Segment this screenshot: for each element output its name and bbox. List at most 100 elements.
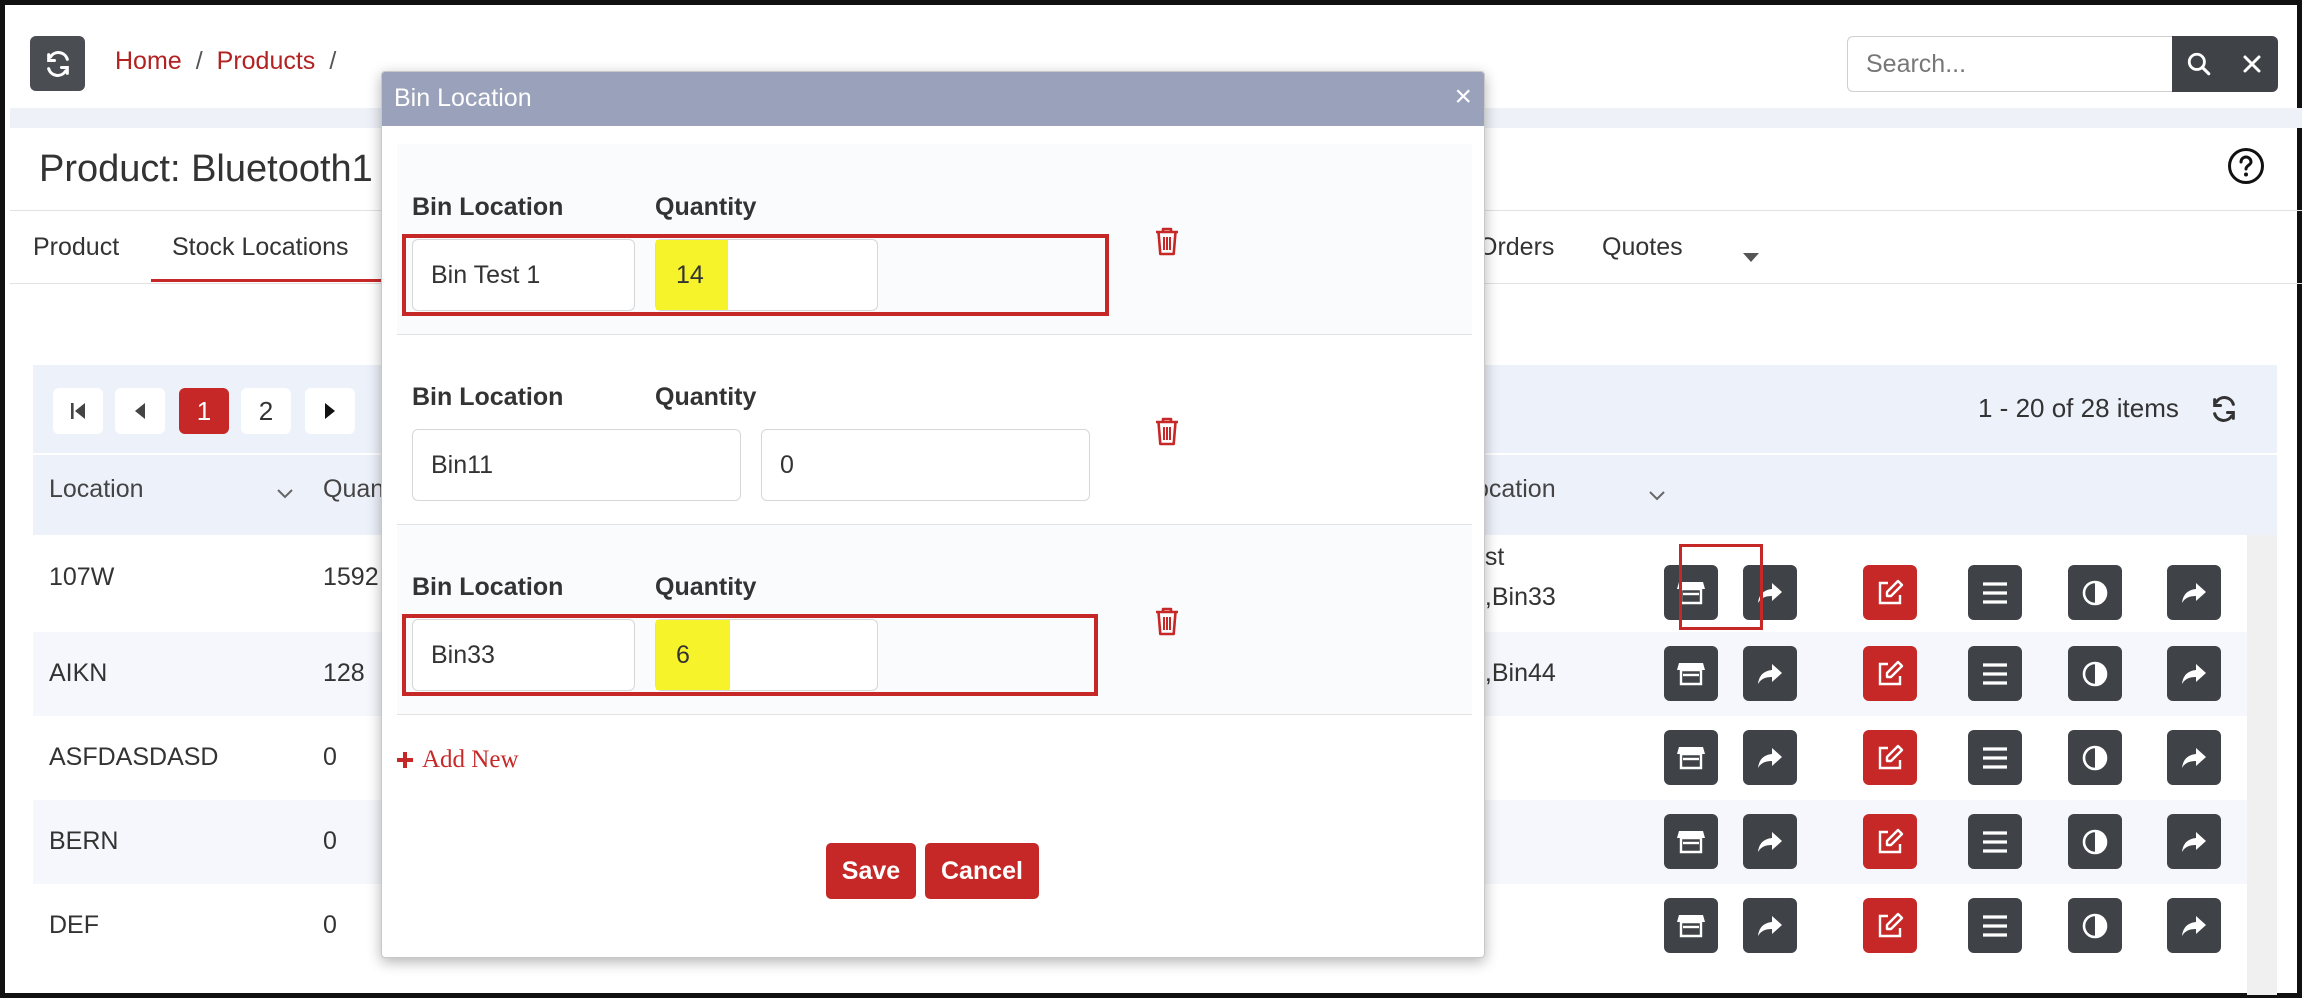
prev-page-button[interactable]	[115, 388, 165, 434]
tab-product[interactable]: Product	[33, 233, 119, 262]
page-2-button[interactable]: 2	[241, 388, 291, 434]
transfer-button[interactable]	[1743, 814, 1797, 869]
breadcrumb: Home / Products /	[115, 47, 336, 76]
edit-button[interactable]	[1863, 646, 1917, 701]
active-tab-indicator	[151, 279, 387, 282]
location-cell: BERN	[49, 827, 119, 855]
toggle-button[interactable]	[2068, 565, 2122, 620]
trash-icon[interactable]	[1154, 226, 1180, 256]
forward-button[interactable]	[2167, 565, 2221, 620]
quantity-cell: 0	[323, 911, 337, 939]
share-arrow-icon	[1758, 831, 1782, 852]
contrast-icon	[2082, 580, 2108, 605]
cancel-button[interactable]: Cancel	[925, 843, 1039, 899]
breadcrumb-products[interactable]: Products	[217, 47, 316, 76]
bin-location-button[interactable]	[1664, 646, 1718, 701]
edit-icon	[1878, 744, 1904, 769]
toggle-button[interactable]	[2068, 730, 2122, 785]
grid-scrollbar[interactable]	[2247, 535, 2277, 995]
details-button[interactable]	[1968, 814, 2022, 869]
tab-quotes[interactable]: Quotes	[1602, 233, 1683, 262]
chevron-down-icon	[1649, 491, 1665, 501]
refresh-icon	[2213, 396, 2235, 422]
help-icon[interactable]	[2227, 147, 2265, 185]
menu-icon	[1983, 662, 2007, 685]
edit-button[interactable]	[1863, 730, 1917, 785]
search-input[interactable]	[1847, 36, 2172, 92]
highlight-annotation	[402, 614, 1098, 696]
prev-page-icon	[135, 403, 145, 419]
tabs-more-dropdown[interactable]	[1743, 241, 1759, 270]
column-header-location[interactable]: Location	[49, 475, 144, 504]
bin-location-button[interactable]	[1664, 898, 1718, 953]
quantity-cell: 0	[323, 827, 337, 855]
page-title: Product: Bluetooth1	[39, 148, 373, 190]
add-new-link[interactable]: Add New	[396, 746, 519, 774]
bin-entry: Bin Location Quantity Bin11 0	[397, 334, 1472, 524]
toggle-button[interactable]	[2068, 814, 2122, 869]
trash-icon[interactable]	[1154, 606, 1180, 636]
dialog-close-button[interactable]: ×	[1454, 80, 1472, 114]
toggle-button[interactable]	[2068, 646, 2122, 701]
transfer-button[interactable]	[1743, 646, 1797, 701]
column-header-bin-location[interactable]: ocation	[1475, 475, 1556, 504]
tab-orders[interactable]: Orders	[1478, 233, 1554, 262]
forward-button[interactable]	[2167, 730, 2221, 785]
details-button[interactable]	[1968, 898, 2022, 953]
forward-button[interactable]	[2167, 814, 2221, 869]
refresh-button[interactable]	[30, 36, 85, 91]
tab-stock-locations[interactable]: Stock Locations	[172, 233, 349, 262]
quantity-input[interactable]: 0	[761, 429, 1090, 501]
share-arrow-icon	[2182, 831, 2206, 852]
next-page-button[interactable]	[305, 388, 355, 434]
details-button[interactable]	[1968, 646, 2022, 701]
breadcrumb-home[interactable]: Home	[115, 47, 182, 76]
forward-button[interactable]	[2167, 646, 2221, 701]
bin-entry: Bin Location Quantity Bin Test 1 14	[397, 144, 1472, 334]
divider	[397, 334, 1472, 335]
details-button[interactable]	[1968, 565, 2022, 620]
edit-icon	[1878, 579, 1904, 604]
contrast-icon	[2082, 745, 2108, 770]
clear-search-button[interactable]	[2225, 36, 2278, 92]
location-cell: DEF	[49, 911, 99, 939]
trash-icon[interactable]	[1154, 416, 1180, 446]
search-button[interactable]	[2172, 36, 2225, 92]
share-arrow-icon	[2182, 915, 2206, 936]
highlight-annotation	[1679, 544, 1763, 630]
location-cell: AIKN	[49, 659, 108, 687]
share-arrow-icon	[2182, 747, 2206, 768]
details-button[interactable]	[1968, 730, 2022, 785]
bin-location-button[interactable]	[1664, 814, 1718, 869]
pager-summary: 1 - 20 of 28 items	[1978, 393, 2179, 423]
save-button[interactable]: Save	[826, 843, 916, 899]
dialog-header: Bin Location ×	[382, 72, 1484, 126]
page-1-button[interactable]: 1	[179, 388, 229, 434]
share-arrow-icon	[2182, 582, 2206, 603]
add-new-label: Add New	[422, 746, 519, 773]
transfer-button[interactable]	[1743, 730, 1797, 785]
bin-location-dialog: Bin Location × Bin Location Quantity Bin…	[381, 71, 1485, 958]
caret-down-icon	[1743, 253, 1759, 262]
bin-location-label: Bin Location	[412, 193, 564, 221]
toggle-button[interactable]	[2068, 898, 2122, 953]
share-arrow-icon	[2182, 663, 2206, 684]
dialog-title: Bin Location	[394, 84, 532, 112]
grid-refresh-button[interactable]	[2210, 395, 2238, 428]
search-bar	[1847, 36, 2279, 92]
bin-location-label: Bin Location	[412, 573, 564, 601]
column-sort-bin-location[interactable]	[1649, 488, 1665, 506]
bin-location-input[interactable]: Bin11	[412, 429, 741, 501]
breadcrumb-separator: /	[329, 47, 337, 75]
edit-button[interactable]	[1863, 898, 1917, 953]
column-sort-location[interactable]	[277, 486, 293, 504]
share-arrow-icon	[1758, 915, 1782, 936]
edit-icon	[1878, 912, 1904, 937]
first-page-button[interactable]	[53, 388, 103, 434]
column-header-quantity[interactable]: Quan	[323, 475, 384, 504]
bin-location-button[interactable]	[1664, 730, 1718, 785]
transfer-button[interactable]	[1743, 898, 1797, 953]
forward-button[interactable]	[2167, 898, 2221, 953]
edit-button[interactable]	[1863, 565, 1917, 620]
edit-button[interactable]	[1863, 814, 1917, 869]
